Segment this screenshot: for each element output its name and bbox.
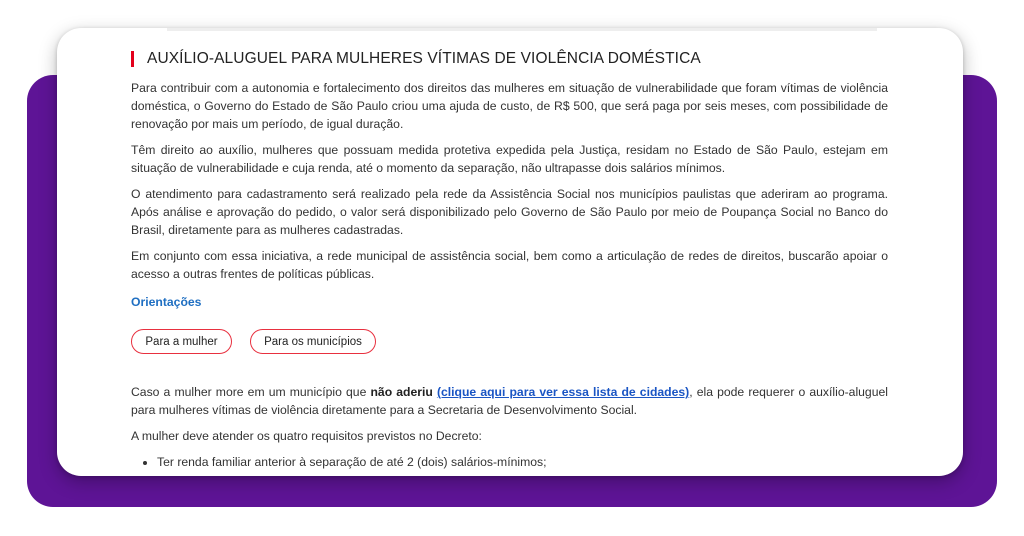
- requirements-intro: A mulher deve atender os quatro requisit…: [131, 429, 482, 443]
- list-item: Ter renda familiar anterior à separação …: [157, 453, 888, 471]
- city-list-link[interactable]: (clique aqui para ver essa lista de cida…: [437, 385, 689, 399]
- content-card: AUXÍLIO-ALUGUEL PARA MULHERES VÍTIMAS DE…: [57, 28, 963, 476]
- requirements-list: Ter renda familiar anterior à separação …: [131, 453, 888, 471]
- paragraph-registration: O atendimento para cadastramento será re…: [131, 187, 888, 237]
- title-accent-bar: [131, 51, 134, 67]
- paragraph-eligibility: Têm direito ao auxílio, mulheres que pos…: [131, 143, 888, 175]
- paragraph-non-adherent: Caso a mulher more em um município que n…: [131, 383, 888, 419]
- paragraph-network: Em conjunto com essa iniciativa, a rede …: [131, 249, 888, 281]
- for-woman-button[interactable]: Para a mulher: [131, 329, 232, 354]
- article-content: AUXÍLIO-ALUGUEL PARA MULHERES VÍTIMAS DE…: [131, 48, 888, 471]
- card-top-divider: [167, 28, 877, 31]
- case-text-before: Caso a mulher more em um município que: [131, 385, 371, 399]
- for-municipalities-button[interactable]: Para os municípios: [250, 329, 376, 354]
- orientation-buttons: Para a mulher Para os municípios: [131, 329, 888, 354]
- orientations-heading: Orientações: [131, 295, 202, 309]
- title-row: AUXÍLIO-ALUGUEL PARA MULHERES VÍTIMAS DE…: [131, 48, 888, 70]
- paragraph-intro: Para contribuir com a autonomia e fortal…: [131, 81, 888, 131]
- case-text-bold: não aderiu: [370, 385, 433, 399]
- page-title: AUXÍLIO-ALUGUEL PARA MULHERES VÍTIMAS DE…: [147, 50, 701, 67]
